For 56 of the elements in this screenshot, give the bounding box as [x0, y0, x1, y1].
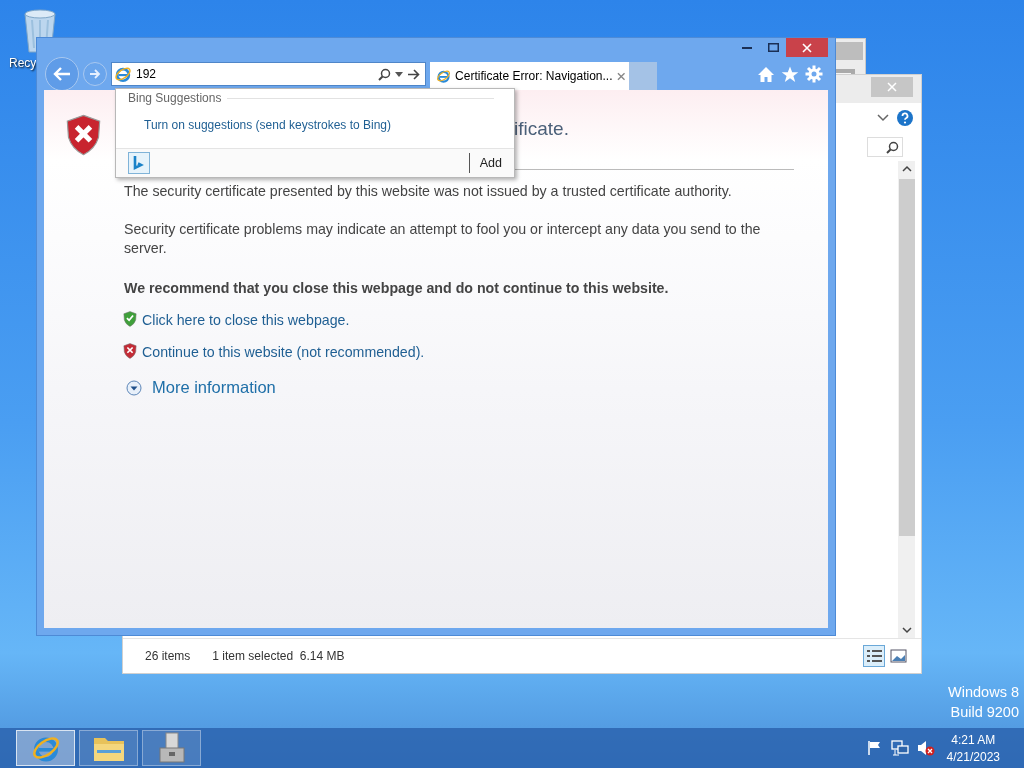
home-icon[interactable] — [757, 65, 775, 83]
os-version-text: Windows 8 — [948, 684, 1019, 700]
add-button[interactable]: Add — [468, 153, 502, 173]
taskbar-app-button[interactable] — [16, 730, 75, 766]
star-icon[interactable] — [781, 65, 799, 83]
details-view-button[interactable] — [863, 645, 885, 667]
close-icon — [887, 82, 897, 92]
forward-button[interactable] — [83, 62, 107, 86]
error-shield-icon — [65, 112, 102, 158]
search-icon — [886, 140, 899, 154]
suggestions-header: Bing Suggestions — [128, 91, 222, 105]
paragraph: Security certificate problems may indicate an attempt to fool you or intercept any data you send to the server. — [124, 220, 762, 258]
muted-speaker-icon[interactable] — [916, 740, 935, 756]
network-icon[interactable] — [890, 740, 909, 756]
browser-logo-icon — [114, 65, 132, 83]
go-arrow-icon[interactable] — [407, 68, 420, 80]
browser-logo-icon — [436, 68, 452, 84]
expand-icon[interactable] — [126, 379, 142, 396]
suggestions-link[interactable]: Turn on suggestions (send keystrokes to Bing) — [144, 118, 391, 132]
browser-tab[interactable]: Certificate Error: Navigation... — [430, 62, 629, 90]
taskbar-app-button[interactable] — [142, 730, 201, 766]
check-shield-icon — [123, 311, 137, 327]
search-icon[interactable] — [378, 67, 391, 81]
chevron-down-icon[interactable] — [877, 114, 889, 122]
page-heading: ificate. — [514, 118, 569, 139]
help-icon[interactable] — [897, 110, 913, 126]
clock[interactable]: 4:21 AM 4/21/2023 — [946, 732, 1000, 764]
action-link[interactable]: Continue to this website (not recommended). — [142, 343, 425, 362]
item-count: 26 items — [145, 649, 191, 663]
back-arrow-icon — [53, 67, 71, 81]
taskbar-app-button[interactable] — [79, 730, 138, 766]
forward-arrow-icon — [89, 69, 101, 79]
server-icon — [156, 732, 187, 764]
maximize-icon — [767, 42, 779, 52]
cross-shield-icon — [123, 343, 137, 359]
scroll-down-icon[interactable] — [901, 626, 912, 634]
os-version-text: Build 9200 — [950, 704, 1019, 720]
warning-text: We recommend that you close this webpage and do not continue to this website. — [124, 279, 670, 298]
paragraph: The security certificate presented by this website was not issued by a trusted certificate authority. — [124, 182, 733, 201]
scrollbar[interactable] — [898, 161, 915, 638]
selection-info: 1 item selected 6.14 MB — [212, 649, 345, 663]
more-information-link[interactable]: More information — [152, 378, 276, 397]
back-button[interactable] — [45, 57, 79, 91]
close-icon — [802, 42, 812, 53]
close-icon[interactable] — [616, 71, 625, 81]
desktop-icon-label: Recy — [9, 56, 37, 70]
close-button[interactable] — [786, 38, 828, 57]
search-provider-icon[interactable] — [128, 152, 150, 174]
action-link[interactable]: Click here to close this webpage. — [142, 311, 350, 330]
dropdown-arrow-icon[interactable] — [395, 71, 403, 77]
scroll-up-icon[interactable] — [901, 165, 912, 173]
flag-icon[interactable] — [866, 740, 883, 756]
settings-icon[interactable] — [805, 65, 823, 83]
minimize-icon — [742, 45, 752, 49]
address-field[interactable]: 192 — [111, 62, 426, 86]
search-field[interactable] — [867, 137, 903, 157]
